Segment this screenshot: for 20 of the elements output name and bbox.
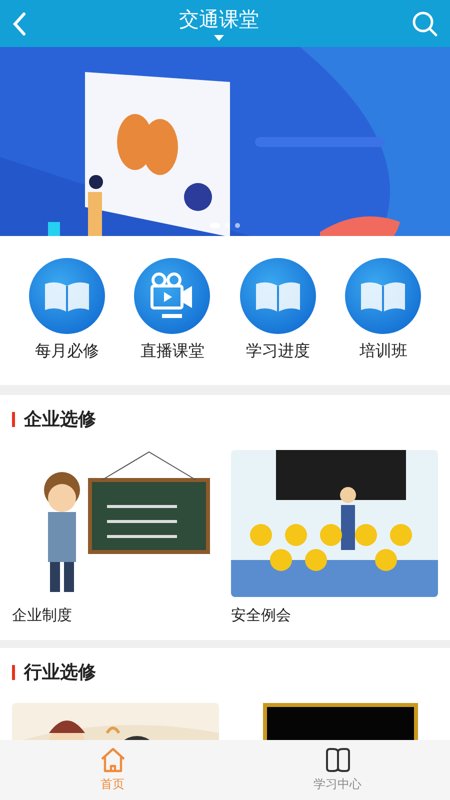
shortcut-label[interactable]: 培训班 (359, 339, 408, 363)
section-title: 行业选修 (24, 660, 96, 684)
book-icon (28, 258, 105, 334)
shortcut-label[interactable]: 学习进度 (246, 339, 310, 363)
course-title[interactable]: 企业制度 (12, 604, 219, 640)
home-icon (100, 747, 126, 773)
dropdown-caret-icon[interactable] (214, 35, 224, 41)
section-title: 企业选修 (24, 408, 96, 432)
search-icon[interactable] (412, 10, 438, 36)
section-marker (12, 412, 15, 426)
section-marker (12, 664, 15, 680)
course-title[interactable]: 安全例会 (231, 604, 438, 640)
video-camera-icon (134, 258, 210, 334)
shortcut-label[interactable]: 每月必修 (34, 339, 99, 363)
shortcut-label[interactable]: 直播课堂 (140, 339, 204, 363)
page-title: 交通课堂 (179, 6, 259, 32)
book-icon (240, 258, 316, 334)
back-icon[interactable] (12, 12, 26, 36)
book-icon (345, 258, 422, 334)
book-icon (324, 747, 350, 773)
